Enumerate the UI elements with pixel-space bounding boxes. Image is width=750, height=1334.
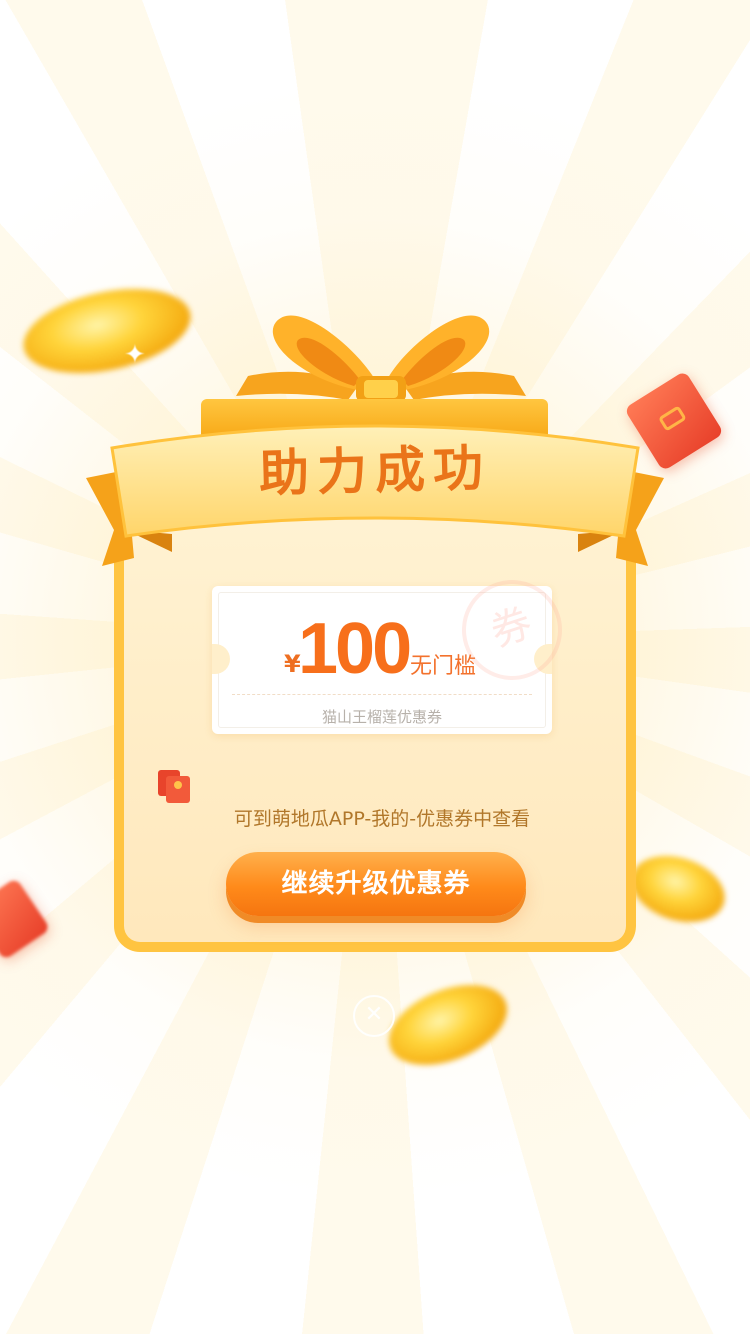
coupon-ticket: 券 ¥ 100 无门槛 猫山王榴莲优惠券 bbox=[212, 566, 576, 734]
close-icon: ✕ bbox=[364, 1002, 384, 1027]
red-envelope-icon bbox=[158, 770, 190, 803]
coupon-amount: 100 bbox=[298, 609, 412, 689]
close-button[interactable]: ✕ bbox=[353, 995, 395, 1037]
upgrade-coupon-button[interactable]: 继续升级优惠券 bbox=[226, 852, 526, 916]
hint-text: 可到萌地瓜APP-我的-优惠券中查看 bbox=[233, 808, 531, 830]
coupon-divider bbox=[232, 694, 532, 695]
coupon-description: 猫山王榴莲优惠券 bbox=[321, 708, 442, 726]
sparkle-icon: ✦ bbox=[124, 340, 146, 370]
success-title: 助力成功 bbox=[258, 438, 492, 504]
coupon-condition: 无门槛 bbox=[410, 654, 477, 679]
